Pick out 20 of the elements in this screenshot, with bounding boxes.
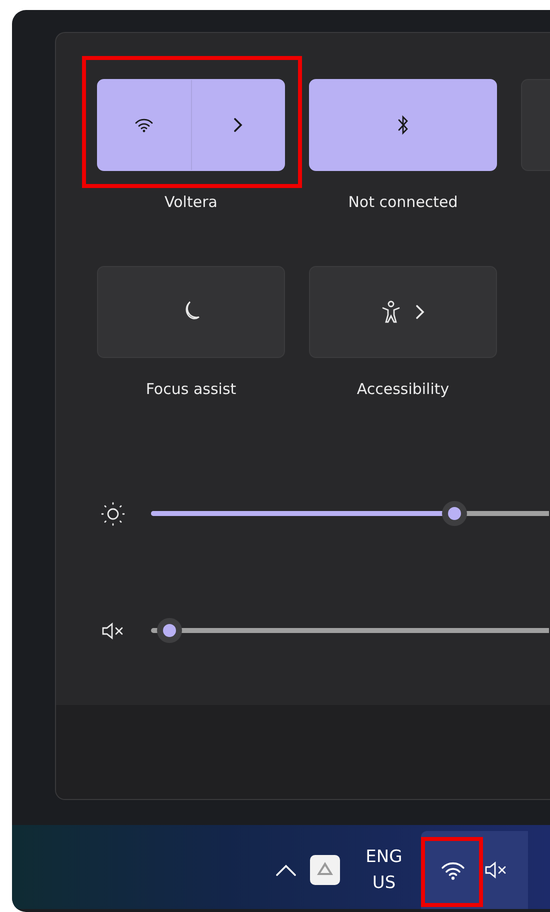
tile-label: Focus assist bbox=[146, 380, 236, 398]
tile-label: Voltera bbox=[164, 193, 218, 211]
tile-label: Accessibility bbox=[356, 380, 450, 398]
chevron-right-icon bbox=[415, 304, 425, 320]
bluetooth-tile[interactable] bbox=[309, 79, 497, 171]
chevron-right-icon bbox=[232, 117, 243, 133]
brightness-icon bbox=[100, 500, 126, 526]
slider-thumb[interactable] bbox=[156, 618, 182, 643]
tile-label: Not connected bbox=[348, 193, 458, 211]
chevron-up-icon[interactable] bbox=[275, 863, 297, 877]
wifi-icon bbox=[440, 860, 466, 880]
person-icon bbox=[381, 300, 401, 324]
slider-thumb[interactable] bbox=[442, 501, 466, 526]
accessibility-tile[interactable] bbox=[309, 266, 497, 358]
wifi-icon bbox=[134, 117, 154, 133]
bluetooth-icon bbox=[397, 114, 409, 136]
drive-icon[interactable] bbox=[310, 855, 340, 885]
focus-assist-tile[interactable] bbox=[97, 266, 285, 358]
language-indicator[interactable]: ENG US bbox=[348, 832, 420, 908]
network-volume-button[interactable] bbox=[421, 831, 528, 909]
